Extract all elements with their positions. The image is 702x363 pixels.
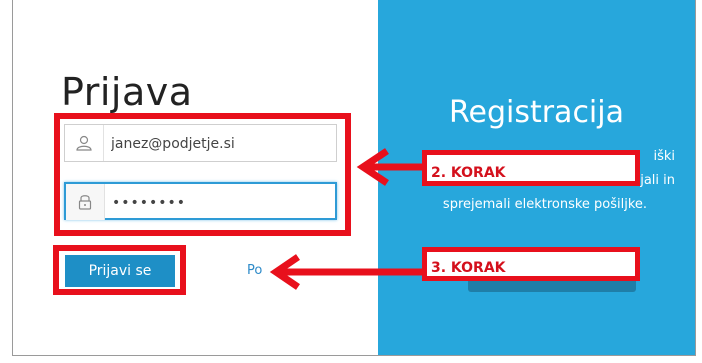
fields-highlight-box <box>54 113 351 236</box>
login-button-highlight-box <box>53 245 186 295</box>
login-title: Prijava <box>61 70 193 114</box>
registration-line-3: sprejemali elektronske pošiljke. <box>442 197 648 212</box>
step2-arrow <box>356 148 423 186</box>
step2-label: 2. KORAK <box>422 150 640 186</box>
step3-label: 3. KORAK <box>422 247 640 281</box>
registration-title: Registracija <box>449 95 624 130</box>
step3-arrow <box>269 254 423 290</box>
forgot-password-link[interactable]: Po <box>247 263 262 278</box>
